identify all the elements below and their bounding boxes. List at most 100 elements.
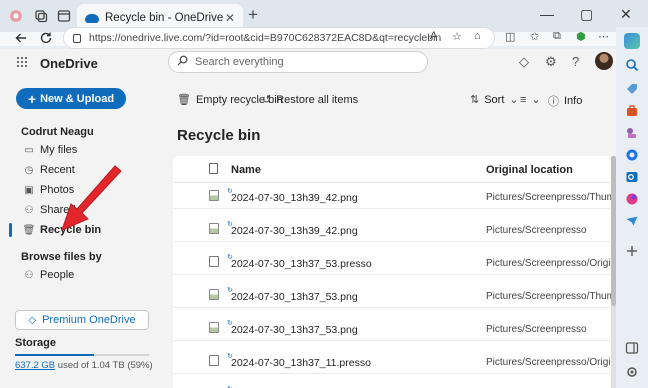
- premium-diamond-icon[interactable]: ◇: [519, 54, 529, 70]
- copilot-icon[interactable]: [624, 33, 640, 49]
- sidebar-item-my-files[interactable]: ▭ My files: [16, 141, 146, 159]
- settings-gear-icon[interactable]: ⚙: [545, 54, 557, 70]
- microsoft365-icon[interactable]: [624, 147, 640, 163]
- new-upload-button[interactable]: + New & Upload: [16, 88, 126, 109]
- sidebar-item-photos[interactable]: ▣ Photos: [16, 181, 146, 199]
- storage-text: 637.2 GB used of 1.04 TB (59%): [15, 360, 153, 371]
- sort-button[interactable]: ⇅ Sort ⌄: [470, 93, 519, 107]
- restore-all-label: Restore all items: [276, 93, 359, 106]
- sidebar-item-label: My files: [40, 144, 78, 156]
- file-type-header-icon[interactable]: [209, 163, 218, 174]
- onedrive-page: OneDrive ◇ ⚙ ? + New & Upload Codrut Nea…: [0, 49, 616, 388]
- restore-all-button[interactable]: ↺ Restore all items: [262, 93, 359, 107]
- navigation-row: https://onedrive.live.com/?id=root&cid=B…: [0, 27, 616, 49]
- file-location: Pictures/Screenpresso/Thumb: [486, 192, 616, 203]
- more-menu-icon[interactable]: ⋯: [598, 30, 609, 43]
- chevron-down-icon: ⌄: [509, 94, 519, 106]
- scrollbar-thumb[interactable]: [611, 156, 616, 306]
- file-icon: [209, 256, 219, 267]
- table-row[interactable]: ↻ 2024-07-30_13h39_42.png Pictures/Screenp…: [173, 183, 616, 209]
- trash-icon: 🗑: [177, 94, 191, 106]
- profile-icon[interactable]: [8, 8, 24, 24]
- tab-actions-icon[interactable]: [56, 8, 72, 24]
- close-window-button[interactable]: ✕: [620, 6, 632, 23]
- avatar[interactable]: [595, 52, 613, 70]
- workspaces-icon[interactable]: [33, 8, 49, 24]
- info-icon: ⓘ: [548, 96, 559, 108]
- clock-icon: ◷: [24, 164, 34, 176]
- games-icon[interactable]: [624, 125, 640, 141]
- search-input[interactable]: [195, 56, 395, 68]
- page-title: Recycle bin: [177, 127, 261, 144]
- shopping-icon[interactable]: [624, 81, 640, 97]
- sidebar-item-label: Recent: [40, 164, 75, 176]
- sidebar-item-label: Shared: [40, 204, 76, 216]
- table-row[interactable]: ↻ 2024-07-30_13h37_53.presso Pictures/Scre…: [173, 249, 616, 275]
- sidebar-item-shared[interactable]: ⚇ Shared: [16, 201, 146, 219]
- sort-icon: ⇅: [470, 94, 480, 106]
- file-location: Pictures/Screenpresso: [486, 225, 587, 236]
- table-row[interactable]: ↻ 2024-07-30_13h39_42.png Pictures/Screenp…: [173, 216, 616, 242]
- image-file-icon: [209, 322, 219, 333]
- favorites-star-icon[interactable]: ☆: [452, 30, 462, 43]
- column-header-name[interactable]: Name: [231, 164, 261, 176]
- onedrive-header: OneDrive ◇ ⚙ ?: [0, 49, 616, 77]
- image-icon: ▣: [24, 184, 34, 196]
- premium-label: Premium OneDrive: [42, 314, 136, 326]
- outlook-icon[interactable]: [624, 169, 640, 185]
- list-view-icon: ≡: [520, 93, 527, 106]
- tools-icon[interactable]: [624, 103, 640, 119]
- drop-icon[interactable]: [624, 213, 640, 229]
- onedrive-brand[interactable]: OneDrive: [40, 56, 98, 71]
- designer-icon[interactable]: [624, 191, 640, 207]
- search-box[interactable]: [168, 51, 428, 73]
- sidebar-item-recycle-bin[interactable]: 🗑 Recycle bin: [16, 221, 146, 239]
- file-name: 2024-07-30_13h39_42.png: [231, 225, 358, 237]
- search-icon[interactable]: [624, 57, 640, 73]
- collections-icon[interactable]: ⧉: [553, 30, 561, 43]
- refresh-icon[interactable]: [39, 31, 53, 47]
- premium-onedrive-button[interactable]: ◇ Premium OneDrive: [15, 310, 149, 330]
- person-icon: ⚇: [24, 269, 34, 281]
- image-file-icon: [209, 190, 219, 201]
- view-options-button[interactable]: ≡ ⌄: [520, 93, 541, 107]
- table-row[interactable]: ↻2024-07-30_13h37_11.pngPictures/Screenp…: [173, 381, 616, 388]
- image-file-icon: [209, 223, 219, 234]
- file-name: 2024-07-30_13h37_53.png: [231, 291, 358, 303]
- table-header: Name Original location: [173, 156, 616, 183]
- split-screen-icon[interactable]: ◫: [505, 30, 515, 43]
- sidebar-item-recent[interactable]: ◷ Recent: [16, 161, 146, 179]
- read-aloud-icon[interactable]: A: [430, 30, 437, 42]
- maximize-button[interactable]: ▢: [580, 6, 593, 23]
- extensions-icon[interactable]: ⌂: [474, 30, 481, 42]
- lock-icon: [73, 33, 81, 43]
- back-icon[interactable]: [14, 31, 28, 47]
- column-header-location[interactable]: Original location: [486, 164, 573, 176]
- file-icon: [209, 355, 219, 366]
- vpn-icon[interactable]: ⬢: [576, 30, 586, 43]
- sort-label: Sort: [484, 93, 505, 106]
- storage-title: Storage: [15, 337, 56, 349]
- storage-rest: used of 1.04 TB (59%): [57, 360, 153, 371]
- new-tab-button[interactable]: +: [248, 6, 258, 23]
- storage-used-link[interactable]: 637.2 GB: [15, 360, 55, 371]
- table-row[interactable]: ↻ 2024-07-30_13h37_53.png Pictures/Screenp…: [173, 282, 616, 308]
- diamond-icon: ◇: [28, 314, 37, 326]
- minimize-button[interactable]: —: [540, 6, 554, 22]
- table-row[interactable]: ↻ 2024-07-30_13h37_11.presso Pictures/Scre…: [173, 348, 616, 374]
- favorites-icon[interactable]: ✩: [530, 30, 539, 43]
- folder-icon: ▭: [24, 144, 34, 156]
- file-name: 2024-07-30_13h39_42.png: [231, 192, 358, 204]
- info-button[interactable]: ⓘ Info: [548, 93, 582, 109]
- sidebar-item-people[interactable]: ⚇ People: [16, 266, 146, 284]
- file-location: Pictures/Screenpresso: [486, 324, 587, 335]
- tab-title: Recycle bin - OneDrive: [105, 12, 224, 24]
- add-sidebar-app-icon[interactable]: [624, 243, 640, 259]
- hide-sidebar-icon[interactable]: [624, 340, 640, 356]
- help-icon[interactable]: ?: [572, 54, 579, 69]
- sidebar-settings-icon[interactable]: [624, 364, 640, 380]
- scrollbar[interactable]: [611, 156, 616, 388]
- tab-close-icon[interactable]: ✕: [225, 11, 235, 25]
- table-row[interactable]: ↻ 2024-07-30_13h37_53.png Pictures/Screenp…: [173, 315, 616, 341]
- app-launcher-icon[interactable]: [17, 57, 27, 67]
